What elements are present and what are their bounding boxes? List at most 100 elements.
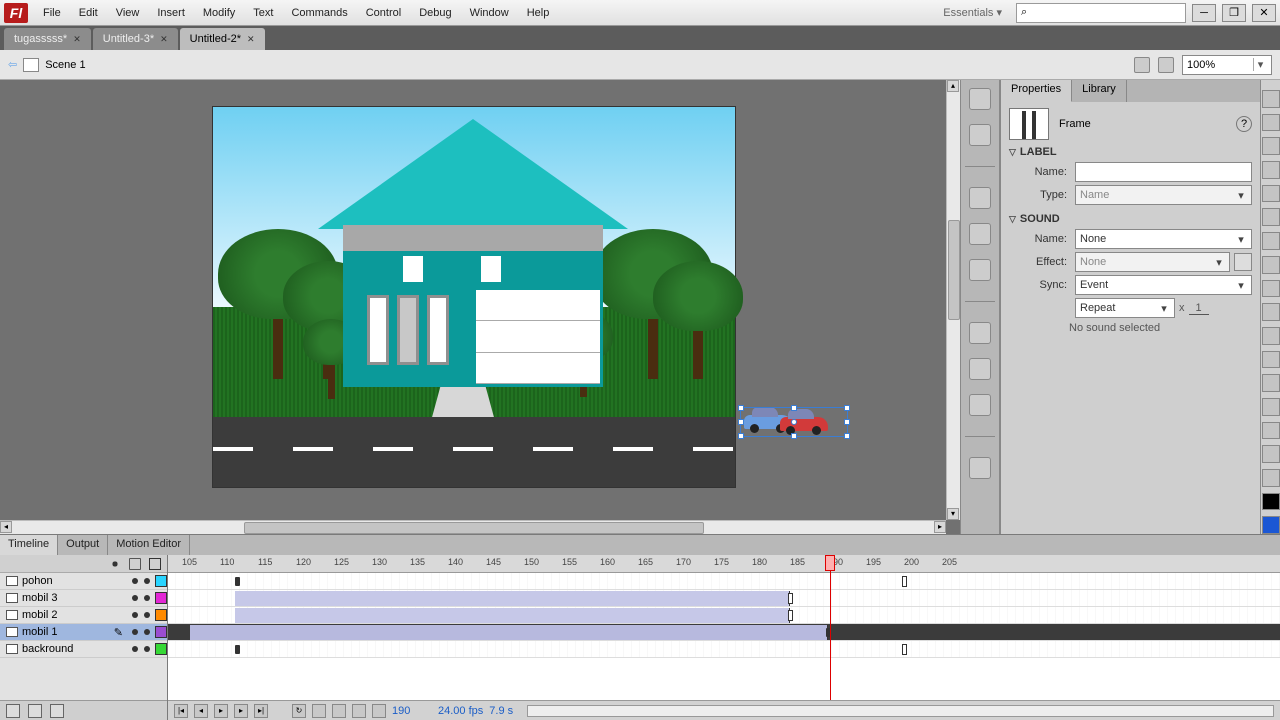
menu-edit[interactable]: Edit bbox=[70, 3, 107, 23]
pen-tool[interactable] bbox=[1262, 185, 1280, 203]
goto-first-button[interactable]: |◂ bbox=[174, 704, 188, 718]
layer-row[interactable]: mobil 3 bbox=[0, 590, 167, 607]
modify-markers-button[interactable] bbox=[372, 704, 386, 718]
minimize-button[interactable]: ─ bbox=[1192, 4, 1216, 22]
edit-effect-button[interactable] bbox=[1234, 253, 1252, 271]
step-back-button[interactable]: ◂ bbox=[194, 704, 208, 718]
onion-skin-button[interactable] bbox=[312, 704, 326, 718]
twirl-icon[interactable]: ▽ bbox=[1009, 214, 1016, 225]
bone-tool[interactable] bbox=[1262, 351, 1280, 369]
horizontal-scrollbar[interactable]: ◂▸ bbox=[0, 520, 946, 534]
tab-motion-editor[interactable]: Motion Editor bbox=[108, 535, 190, 555]
lasso-tool[interactable] bbox=[1262, 161, 1280, 179]
swatches-panel-icon[interactable] bbox=[969, 124, 991, 146]
frame-rate[interactable]: 24.00 fps bbox=[438, 705, 483, 717]
menu-window[interactable]: Window bbox=[461, 3, 518, 23]
step-fwd-button[interactable]: ▸ bbox=[234, 704, 248, 718]
sound-effect-combo[interactable]: None▾ bbox=[1075, 252, 1230, 272]
vertical-scrollbar[interactable]: ▴▾ bbox=[946, 80, 960, 520]
subselection-tool[interactable] bbox=[1262, 114, 1280, 132]
zoom-combo[interactable]: 100%▾ bbox=[1182, 55, 1272, 75]
delete-layer-button[interactable] bbox=[50, 704, 64, 718]
visibility-header-icon[interactable] bbox=[109, 558, 121, 570]
menu-view[interactable]: View bbox=[107, 3, 149, 23]
restore-button[interactable]: ❐ bbox=[1222, 4, 1246, 22]
timeline-track[interactable] bbox=[168, 590, 1280, 607]
lock-header-icon[interactable] bbox=[129, 558, 141, 570]
tab-properties[interactable]: Properties bbox=[1001, 80, 1072, 102]
new-folder-button[interactable] bbox=[28, 704, 42, 718]
pencil-tool[interactable] bbox=[1262, 280, 1280, 298]
code-snippets-icon[interactable] bbox=[969, 322, 991, 344]
motion-presets-icon[interactable] bbox=[969, 394, 991, 416]
menu-insert[interactable]: Insert bbox=[148, 3, 194, 23]
hand-tool[interactable] bbox=[1262, 445, 1280, 463]
menu-text[interactable]: Text bbox=[244, 3, 282, 23]
timeline-track[interactable] bbox=[168, 607, 1280, 624]
play-button[interactable]: ▸ bbox=[214, 704, 228, 718]
selection-tool[interactable] bbox=[1262, 90, 1280, 108]
menu-control[interactable]: Control bbox=[357, 3, 410, 23]
onion-outline-button[interactable] bbox=[332, 704, 346, 718]
tab-timeline[interactable]: Timeline bbox=[0, 535, 58, 555]
new-layer-button[interactable] bbox=[6, 704, 20, 718]
goto-last-button[interactable]: ▸| bbox=[254, 704, 268, 718]
sound-sync-combo[interactable]: Event▾ bbox=[1075, 275, 1252, 295]
components-icon[interactable] bbox=[969, 358, 991, 380]
menu-commands[interactable]: Commands bbox=[282, 3, 356, 23]
eyedropper-tool[interactable] bbox=[1262, 398, 1280, 416]
help-icon[interactable]: ? bbox=[1236, 116, 1252, 132]
edit-multi-button[interactable] bbox=[352, 704, 366, 718]
menu-debug[interactable]: Debug bbox=[410, 3, 460, 23]
twirl-icon[interactable]: ▽ bbox=[1009, 147, 1016, 158]
menu-file[interactable]: File bbox=[34, 3, 70, 23]
workspace-switcher[interactable]: Essentials ▾ bbox=[935, 4, 1010, 21]
timeline-track[interactable] bbox=[168, 573, 1280, 590]
tab-output[interactable]: Output bbox=[58, 535, 108, 555]
current-frame[interactable]: 190 bbox=[392, 705, 432, 717]
loop-button[interactable]: ↻ bbox=[292, 704, 306, 718]
align-panel-icon[interactable] bbox=[969, 187, 991, 209]
edit-scene-icon[interactable] bbox=[1134, 57, 1150, 73]
stroke-color-swatch[interactable] bbox=[1262, 493, 1280, 511]
text-tool[interactable] bbox=[1262, 208, 1280, 226]
rectangle-tool[interactable] bbox=[1262, 256, 1280, 274]
sound-name-combo[interactable]: None▾ bbox=[1075, 229, 1252, 249]
fill-color-swatch[interactable] bbox=[1262, 516, 1280, 534]
layer-row[interactable]: mobil 2 bbox=[0, 607, 167, 624]
close-button[interactable]: ✕ bbox=[1252, 4, 1276, 22]
menu-help[interactable]: Help bbox=[518, 3, 559, 23]
close-icon[interactable]: ✕ bbox=[247, 34, 255, 45]
info-panel-icon[interactable] bbox=[969, 223, 991, 245]
zoom-tool[interactable] bbox=[1262, 469, 1280, 487]
brush-tool[interactable] bbox=[1262, 303, 1280, 321]
deco-tool[interactable] bbox=[1262, 327, 1280, 345]
search-input[interactable] bbox=[1027, 7, 1167, 19]
frames-area[interactable]: 1051101151201251301351401451501551601651… bbox=[168, 555, 1280, 720]
project-panel-icon[interactable] bbox=[969, 457, 991, 479]
menu-modify[interactable]: Modify bbox=[194, 3, 244, 23]
stage-area[interactable]: ▴▾ ◂▸ bbox=[0, 80, 960, 534]
timeline-track[interactable] bbox=[168, 641, 1280, 658]
timeline-track[interactable] bbox=[168, 624, 1280, 641]
search-box[interactable]: ⌕ bbox=[1016, 3, 1186, 23]
selected-symbol[interactable] bbox=[740, 407, 848, 437]
label-name-input[interactable] bbox=[1075, 162, 1252, 182]
repeat-count-input[interactable]: 1 bbox=[1189, 302, 1209, 315]
back-icon[interactable]: ⇦ bbox=[8, 58, 17, 71]
sound-loop-combo[interactable]: Repeat▾ bbox=[1075, 298, 1175, 318]
line-tool[interactable] bbox=[1262, 232, 1280, 250]
paint-bucket-tool[interactable] bbox=[1262, 374, 1280, 392]
stage-canvas[interactable] bbox=[213, 107, 735, 487]
label-type-combo[interactable]: Name▾ bbox=[1075, 185, 1252, 205]
eraser-tool[interactable] bbox=[1262, 422, 1280, 440]
layer-row[interactable]: backround bbox=[0, 641, 167, 658]
free-transform-tool[interactable] bbox=[1262, 137, 1280, 155]
outline-header-icon[interactable] bbox=[149, 558, 161, 570]
layer-row[interactable]: pohon bbox=[0, 573, 167, 590]
document-tab[interactable]: Untitled-3*✕ bbox=[93, 28, 178, 50]
timeline-scrollbar[interactable] bbox=[527, 705, 1274, 717]
scene-name[interactable]: Scene 1 bbox=[45, 59, 85, 71]
transform-panel-icon[interactable] bbox=[969, 259, 991, 281]
color-panel-icon[interactable] bbox=[969, 88, 991, 110]
